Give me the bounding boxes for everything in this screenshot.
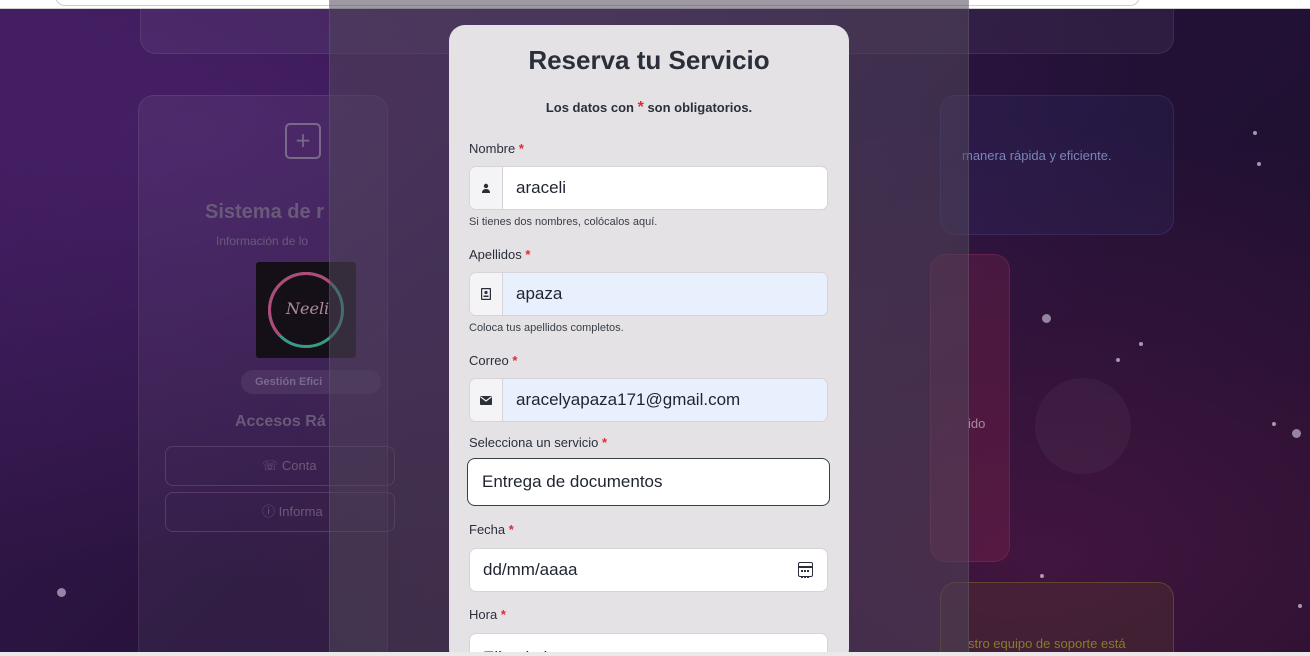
star-decoration (1116, 358, 1120, 362)
required-marker: * (500, 607, 506, 622)
required-note: Los datos con * son obligatorios. (449, 99, 849, 117)
apellidos-input[interactable] (503, 273, 827, 315)
servicio-label-text: Selecciona un servicio (469, 435, 599, 450)
star-decoration (1042, 314, 1051, 323)
servicio-select[interactable]: Entrega de documentos (467, 458, 830, 506)
servicio-label: Selecciona un servicio * (469, 435, 607, 450)
info-icon: ⓘ (262, 504, 279, 519)
background-red-text: ido (968, 416, 986, 431)
fecha-label: Fecha * (469, 522, 514, 537)
logo-text: Neeli (286, 299, 330, 318)
apellidos-label-text: Apellidos (469, 247, 522, 262)
calendar-plus-icon: + (285, 123, 321, 159)
star-decoration (1139, 342, 1143, 346)
correo-label-text: Correo (469, 353, 509, 368)
correo-label: Correo * (469, 353, 517, 368)
star-decoration (1257, 162, 1261, 166)
contact-button-label: Conta (281, 458, 317, 473)
star-decoration (1040, 574, 1044, 578)
left-card-title: Sistema de r (205, 201, 324, 223)
user-icon (470, 167, 503, 209)
nombre-help: Si tienes dos nombres, colócalos aquí. (469, 216, 658, 228)
apellidos-help: Coloca tus apellidos completos. (469, 322, 624, 334)
left-card-subtitle: Información de lo (216, 234, 309, 248)
star-decoration (1292, 429, 1301, 438)
nombre-label: Nombre * (469, 141, 524, 156)
required-marker: * (512, 353, 518, 368)
info-button-label: Informa (278, 504, 323, 519)
envelope-icon (470, 379, 503, 421)
fecha-label-text: Fecha (469, 522, 506, 537)
nombre-input[interactable] (503, 167, 827, 209)
required-marker: * (518, 141, 524, 156)
apellidos-field (469, 272, 828, 316)
background-blue-text: manera rápida y eficiente. (962, 148, 1112, 163)
calendar-icon[interactable] (798, 562, 813, 578)
background-yellow-text: stro equipo de soporte está (968, 636, 1126, 651)
star-decoration (57, 588, 66, 597)
browser-bottom-bar (0, 652, 1310, 656)
star-decoration (1272, 422, 1276, 426)
nombre-field (469, 166, 828, 210)
quick-access-title: Accesos Rá (235, 413, 326, 430)
correo-field (469, 378, 828, 422)
star-decoration (1253, 131, 1257, 135)
star-decoration (1298, 604, 1302, 608)
hora-label: Hora * (469, 607, 506, 622)
fecha-input[interactable]: dd/mm/aaaa (469, 548, 828, 592)
required-note-star: * (637, 99, 644, 116)
required-marker: * (525, 247, 531, 262)
nombre-label-text: Nombre (469, 141, 516, 156)
required-note-prefix: Los datos con (545, 100, 634, 115)
booking-modal: Reserva tu Servicio Los datos con * son … (449, 25, 849, 656)
correo-input[interactable] (503, 379, 827, 421)
hora-label-text: Hora (469, 607, 498, 622)
phone-icon: ☏ (262, 458, 282, 473)
decorative-circle (1035, 378, 1131, 474)
required-note-suffix: son obligatorios. (647, 100, 753, 115)
apellidos-label: Apellidos * (469, 247, 530, 262)
modal-title: Reserva tu Servicio (528, 45, 770, 75)
id-card-icon (470, 273, 503, 315)
required-marker: * (601, 435, 608, 450)
background-card-blue (940, 95, 1174, 235)
fecha-value: dd/mm/aaaa (483, 560, 578, 579)
required-marker: * (508, 522, 514, 537)
